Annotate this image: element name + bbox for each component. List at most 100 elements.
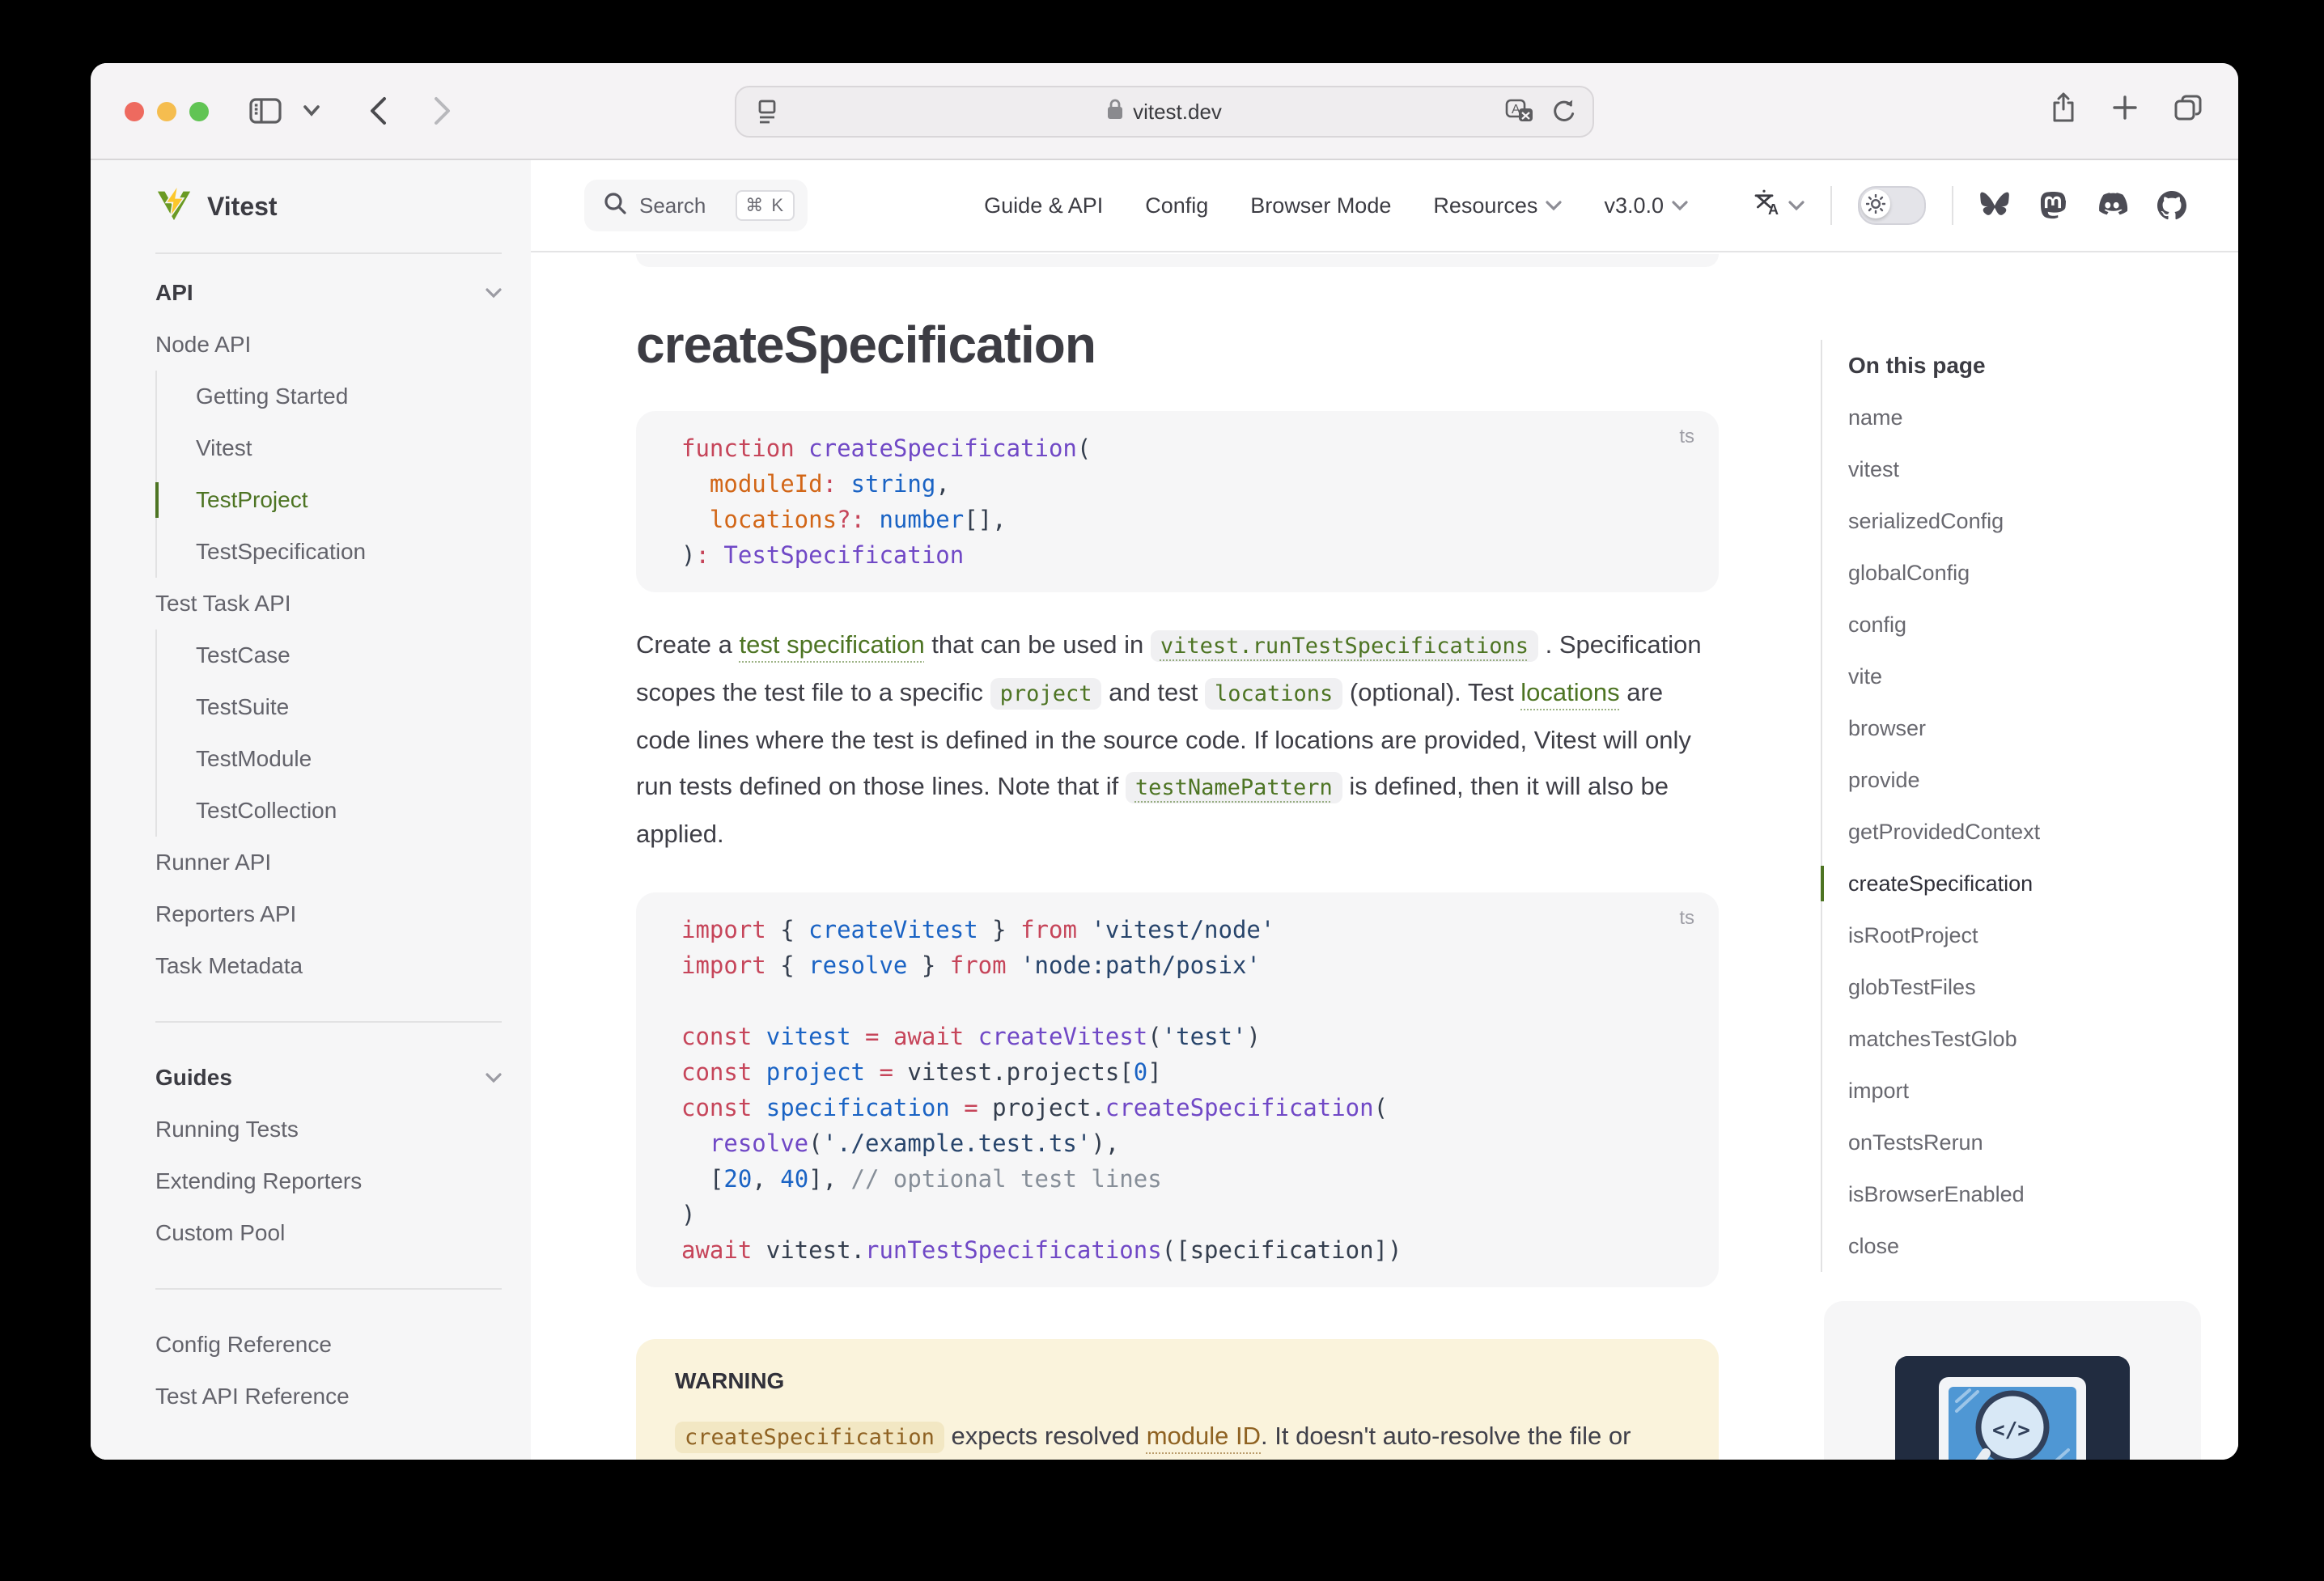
code-line: function createSpecification( bbox=[681, 430, 1673, 466]
sidebar-item-reporters-api[interactable]: Reporters API bbox=[155, 888, 502, 940]
inline-code-link-vitest-runtestspecifications[interactable]: vitest.runTestSpecifications bbox=[1151, 630, 1538, 662]
toc-item-globalconfig[interactable]: globalConfig bbox=[1848, 547, 2212, 599]
code-token: ) bbox=[1246, 1023, 1260, 1050]
code-token bbox=[865, 506, 879, 533]
search-icon bbox=[604, 192, 626, 220]
sponsor-card[interactable]: </> bbox=[1824, 1301, 2201, 1460]
toc-item-name[interactable]: name bbox=[1848, 392, 2212, 443]
nav-item-browser-mode[interactable]: Browser Mode bbox=[1250, 193, 1391, 218]
sidebar-toggle-icon[interactable] bbox=[249, 63, 282, 159]
toc-item-isbrowserenabled[interactable]: isBrowserEnabled bbox=[1848, 1168, 2212, 1220]
link-test-specification[interactable]: test specification bbox=[740, 630, 925, 659]
code-token: TestSpecification bbox=[723, 541, 964, 569]
sidebar-item-node-api[interactable]: Node API bbox=[155, 319, 502, 371]
sidebar-item-testspecification[interactable]: TestSpecification bbox=[196, 526, 502, 578]
reload-icon[interactable] bbox=[1552, 87, 1576, 136]
toc-item-ontestsrerun[interactable]: onTestsRerun bbox=[1848, 1117, 2212, 1168]
site-logo[interactable]: Vitest bbox=[91, 160, 531, 252]
sidebar-item-getting-started[interactable]: Getting Started bbox=[196, 371, 502, 422]
theme-toggle[interactable] bbox=[1858, 186, 1926, 225]
search-button[interactable]: Search ⌘ K bbox=[584, 180, 808, 231]
sidebar-item-testmodule[interactable]: TestModule bbox=[196, 733, 502, 785]
code-token: createSpecification bbox=[1105, 1094, 1374, 1121]
sidebar-item-config-reference[interactable]: Config Reference bbox=[155, 1319, 502, 1371]
nav-item-config[interactable]: Config bbox=[1145, 193, 1208, 218]
link-module-id[interactable]: module ID bbox=[1147, 1422, 1261, 1450]
new-tab-icon[interactable] bbox=[2112, 95, 2138, 127]
inline-code-link-testnamepattern[interactable]: testNamePattern bbox=[1126, 772, 1342, 803]
code-token: , bbox=[935, 470, 949, 498]
toc-item-vite[interactable]: vite bbox=[1848, 651, 2212, 702]
code-token bbox=[964, 1023, 978, 1050]
sidebar-item-test-api-reference[interactable]: Test API Reference bbox=[155, 1371, 502, 1422]
code-token: ( bbox=[1077, 434, 1091, 462]
toc-item-serializedconfig[interactable]: serializedConfig bbox=[1848, 495, 2212, 547]
window-controls bbox=[125, 102, 209, 121]
toc-item-matchestestglob[interactable]: matchesTestGlob bbox=[1848, 1013, 2212, 1065]
toc-item-config[interactable]: config bbox=[1848, 599, 2212, 651]
inline-code: locations bbox=[1205, 678, 1342, 710]
address-bar[interactable]: vitest.dev A bbox=[735, 86, 1594, 138]
sidebar-item-custom-pool[interactable]: Custom Pool bbox=[155, 1207, 502, 1259]
toc-item-isrootproject[interactable]: isRootProject bbox=[1848, 909, 2212, 961]
discord-icon[interactable] bbox=[2096, 193, 2128, 218]
bluesky-icon[interactable] bbox=[1979, 192, 2010, 219]
sidebar-item-test-task-api[interactable]: Test Task API bbox=[155, 578, 502, 629]
code-token: const bbox=[681, 1058, 752, 1086]
url-text: vitest.dev bbox=[1133, 100, 1222, 125]
toc-item-import[interactable]: import bbox=[1848, 1065, 2212, 1117]
tab-overview-icon[interactable] bbox=[2173, 94, 2203, 128]
code-token: string bbox=[851, 470, 936, 498]
toc-item-getprovidedcontext[interactable]: getProvidedContext bbox=[1848, 806, 2212, 858]
toc-item-browser[interactable]: browser bbox=[1848, 702, 2212, 754]
toc-item-close[interactable]: close bbox=[1848, 1220, 2212, 1272]
sidebar-item-runner-api[interactable]: Runner API bbox=[155, 837, 502, 888]
sidebar-item-task-metadata[interactable]: Task Metadata bbox=[155, 940, 502, 992]
code-line: const specification = project.createSpec… bbox=[681, 1090, 1673, 1125]
back-icon[interactable] bbox=[369, 63, 387, 159]
close-button[interactable] bbox=[125, 102, 144, 121]
link-locations[interactable]: locations bbox=[1520, 678, 1619, 706]
toc-item-provide[interactable]: provide bbox=[1848, 754, 2212, 806]
minimize-button[interactable] bbox=[157, 102, 176, 121]
sidebar-item-running-tests[interactable]: Running Tests bbox=[155, 1104, 502, 1155]
code-token: createSpecification bbox=[808, 434, 1077, 462]
github-icon[interactable] bbox=[2157, 191, 2186, 220]
code-review-illustration: </> bbox=[1895, 1356, 2130, 1460]
warning-title: WARNING bbox=[675, 1368, 1680, 1394]
toc-item-createspecification[interactable]: createSpecification bbox=[1848, 858, 2212, 909]
toc-title: On this page bbox=[1848, 340, 2212, 392]
sidebar-section-guides[interactable]: Guides bbox=[155, 1052, 502, 1104]
forward-icon[interactable] bbox=[434, 63, 452, 159]
sidebar-item-testproject[interactable]: TestProject bbox=[196, 474, 502, 526]
toc-item-globtestfiles[interactable]: globTestFiles bbox=[1848, 961, 2212, 1013]
code-line: ): TestSpecification bbox=[681, 537, 1673, 573]
warning-callout: WARNING createSpecification expects reso… bbox=[636, 1339, 1719, 1460]
chrome-actions bbox=[2050, 63, 2203, 159]
sidebar-item-extending-reporters[interactable]: Extending Reporters bbox=[155, 1155, 502, 1207]
code-token: import bbox=[681, 916, 766, 943]
translate-icon[interactable]: A bbox=[1505, 87, 1534, 136]
inline-code: createSpecification bbox=[675, 1422, 944, 1453]
zoom-button[interactable] bbox=[189, 102, 209, 121]
mastodon-icon[interactable] bbox=[2039, 191, 2067, 220]
sidebar-item-testsuite[interactable]: TestSuite bbox=[196, 681, 502, 733]
nav-item-guide-api[interactable]: Guide & API bbox=[984, 193, 1103, 218]
toolbar-chevron-down-icon[interactable] bbox=[303, 63, 320, 159]
code-token: ?: bbox=[837, 506, 865, 533]
share-icon[interactable] bbox=[2050, 92, 2076, 129]
sidebar-item-vitest[interactable]: Vitest bbox=[196, 422, 502, 474]
code-token bbox=[950, 1094, 964, 1121]
code-token: vitest.projects[ bbox=[907, 1058, 1133, 1086]
nav-item-v3-0-0[interactable]: v3.0.0 bbox=[1604, 193, 1688, 218]
code-token: 'vitest/node' bbox=[1091, 916, 1274, 943]
language-menu[interactable]: A bbox=[1753, 189, 1804, 223]
sidebar-section-api[interactable]: API bbox=[155, 267, 502, 319]
sidebar-item-testcollection[interactable]: TestCollection bbox=[196, 785, 502, 837]
sidebar-nav: APINode APIGetting StartedVitestTestProj… bbox=[91, 254, 531, 1422]
code-line: await vitest.runTestSpecifications([spec… bbox=[681, 1232, 1673, 1268]
toc-item-vitest[interactable]: vitest bbox=[1848, 443, 2212, 495]
sidebar-item-testcase[interactable]: TestCase bbox=[196, 629, 502, 681]
nav-item-resources[interactable]: Resources bbox=[1433, 193, 1562, 218]
screen: vitest.dev A bbox=[0, 0, 2324, 1581]
